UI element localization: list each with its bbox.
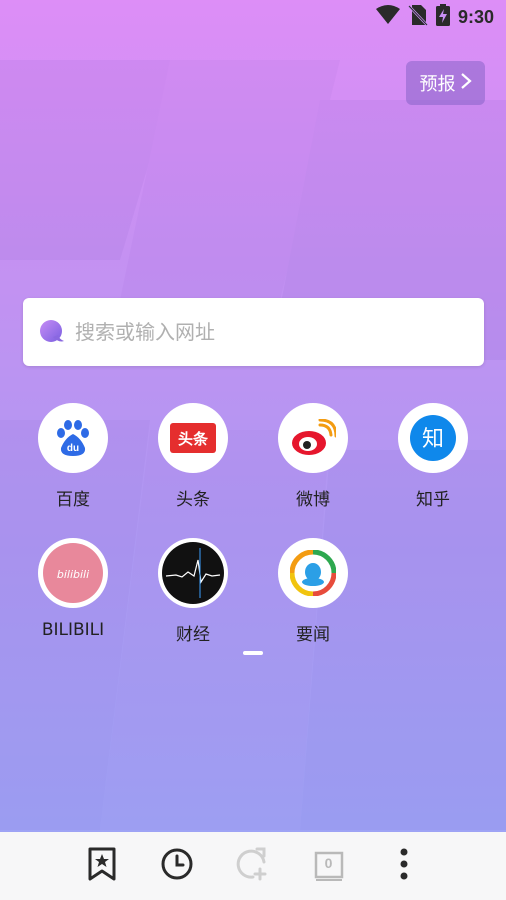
tabs-icon: 0 xyxy=(314,851,344,881)
clock-icon xyxy=(161,848,193,884)
menu-button[interactable] xyxy=(383,845,425,887)
weibo-icon xyxy=(278,403,348,473)
browser-logo-icon xyxy=(39,319,65,345)
chevron-right-icon xyxy=(460,72,472,95)
svg-text:du: du xyxy=(67,443,79,454)
shortcut-label: 头条 xyxy=(176,490,210,510)
battery-charging-icon xyxy=(435,4,450,30)
shortcut-label: 百度 xyxy=(56,490,90,510)
bookmark-star-icon xyxy=(88,847,116,885)
svg-text:头条: 头条 xyxy=(178,430,209,448)
bookmarks-button[interactable] xyxy=(81,845,123,887)
clock-time: 9:30 xyxy=(457,6,494,27)
baidu-icon: du xyxy=(38,403,108,473)
shortcut-news[interactable]: 要闻 xyxy=(263,538,363,645)
search-bar[interactable] xyxy=(23,298,484,366)
shortcut-finance[interactable]: 财经 xyxy=(143,538,243,645)
shortcut-baidu[interactable]: du 百度 xyxy=(23,403,123,510)
history-button[interactable] xyxy=(156,845,198,887)
wifi-icon xyxy=(375,5,400,29)
toutiao-icon: 头条 xyxy=(158,403,228,473)
tabs-count: 0 xyxy=(324,855,333,871)
shortcut-zhihu[interactable]: 知 知乎 xyxy=(383,403,483,510)
svg-text:bilibili: bilibili xyxy=(57,568,89,581)
bottom-navigation: 0 xyxy=(0,832,506,900)
bilibili-icon: bilibili xyxy=(38,538,108,608)
shortcut-bilibili[interactable]: bilibili BILIBILI xyxy=(23,538,123,640)
zhihu-icon: 知 xyxy=(398,403,468,473)
shortcut-label: BILIBILI xyxy=(41,620,105,640)
more-vertical-icon xyxy=(399,848,409,884)
shortcut-label: 知乎 xyxy=(416,490,450,510)
shortcut-label: 财经 xyxy=(176,625,210,645)
forecast-label: 预报 xyxy=(419,74,456,95)
refresh-button[interactable] xyxy=(232,845,274,887)
shortcut-toutiao[interactable]: 头条 头条 xyxy=(143,403,243,510)
shortcut-label: 微博 xyxy=(296,490,330,510)
search-input[interactable] xyxy=(75,320,455,344)
shortcut-weibo[interactable]: 微博 xyxy=(263,403,363,510)
tabs-button[interactable]: 0 xyxy=(308,845,350,887)
page-indicator xyxy=(243,651,263,655)
shortcut-label: 要闻 xyxy=(296,625,330,645)
forecast-button[interactable]: 预报 xyxy=(406,61,485,105)
refresh-add-icon xyxy=(236,847,270,885)
news-icon xyxy=(278,538,348,608)
finance-chart-icon xyxy=(158,538,228,608)
svg-text:知: 知 xyxy=(422,427,444,452)
no-sim-icon xyxy=(408,4,428,30)
status-bar: 9:30 xyxy=(0,0,506,34)
